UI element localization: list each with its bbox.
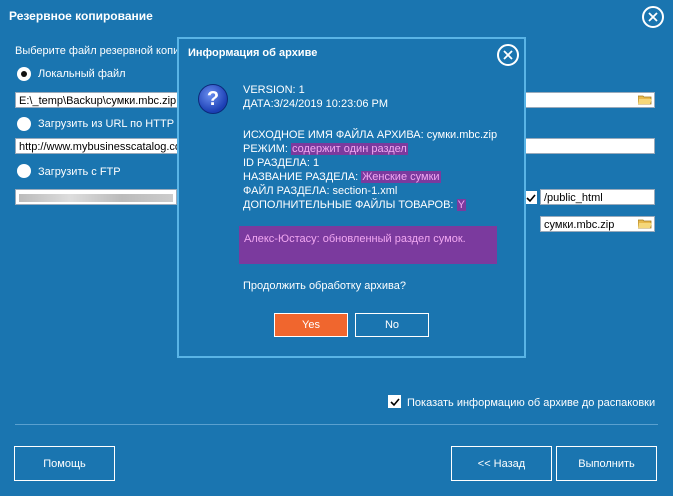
info-extra-files: ДОПОЛНИТЕЛЬНЫЕ ФАЙЛЫ ТОВАРОВ: Y bbox=[243, 199, 466, 212]
window-title: Резервное копирование bbox=[9, 9, 153, 23]
url-value: http://www.mybusinesscatalog.co bbox=[19, 141, 182, 153]
url-label: Загрузить из URL по HTTP bbox=[38, 118, 175, 130]
extra-files-label: ДОПОЛНИТЕЛЬНЫЕ ФАЙЛЫ ТОВАРОВ: bbox=[243, 199, 457, 211]
continue-question: Продолжить обработку архива? bbox=[243, 280, 407, 292]
ftp-label: Загрузить с FTP bbox=[38, 166, 121, 178]
info-mode: РЕЖИМ: содержит один раздел bbox=[243, 143, 408, 156]
ftp-host-blurred bbox=[19, 194, 173, 202]
info-section-file: ФАЙЛ РАЗДЕЛА: section-1.xml bbox=[243, 185, 398, 197]
back-button[interactable]: << Назад bbox=[451, 446, 552, 481]
show-info-label: Показать информацию об архиве до распако… bbox=[407, 397, 656, 409]
yes-button[interactable]: Yes bbox=[274, 313, 348, 337]
local-file-label: Локальный файл bbox=[38, 68, 126, 80]
ftp-host-input[interactable] bbox=[15, 189, 177, 205]
archive-info-dialog: Информация об архиве ? VERSION: 1 ДАТА:3… bbox=[177, 37, 526, 358]
dialog-close-button[interactable] bbox=[497, 44, 519, 66]
comment-text: Алекс-Юстасу: обновленный раздел сумок. bbox=[244, 233, 466, 245]
run-button[interactable]: Выполнить bbox=[556, 446, 657, 481]
info-orig-name: ИСХОДНОЕ ИМЯ ФАЙЛА АРХИВА: сумки.mbc.zip bbox=[243, 129, 498, 141]
select-file-label: Выберите файл резервной копи bbox=[15, 45, 180, 57]
dialog-title: Информация об архиве bbox=[188, 47, 318, 59]
no-button[interactable]: No bbox=[355, 313, 429, 337]
section-name-value: Женские сумки bbox=[361, 171, 441, 183]
ftp-file-value: сумки.mbc.zip bbox=[544, 219, 615, 231]
help-button[interactable]: Помощь bbox=[14, 446, 115, 481]
url-radio[interactable] bbox=[17, 117, 31, 131]
close-icon bbox=[648, 12, 658, 22]
footer-divider bbox=[15, 424, 658, 425]
close-icon bbox=[503, 50, 513, 60]
check-icon bbox=[389, 397, 400, 406]
info-date: ДАТА:3/24/2019 10:23:06 PM bbox=[243, 98, 389, 110]
window-close-button[interactable] bbox=[642, 6, 664, 28]
extra-files-value: Y bbox=[456, 199, 466, 211]
show-info-checkbox[interactable] bbox=[388, 395, 401, 408]
info-version: VERSION: 1 bbox=[243, 84, 305, 96]
comment-box: Алекс-Юстасу: обновленный раздел сумок. bbox=[239, 226, 497, 264]
local-file-value: E:\_temp\Backup\сумки.mbc.zip bbox=[19, 95, 177, 107]
section-name-label: НАЗВАНИЕ РАЗДЕЛА: bbox=[243, 171, 362, 183]
ftp-path-input[interactable]: /public_html bbox=[540, 189, 655, 205]
ftp-folder-icon[interactable] bbox=[638, 218, 652, 229]
local-file-radio[interactable] bbox=[17, 67, 31, 81]
question-icon: ? bbox=[198, 84, 228, 114]
ftp-path-value: /public_html bbox=[544, 192, 603, 204]
mode-value: содержит один раздел bbox=[291, 143, 408, 155]
info-section-name: НАЗВАНИЕ РАЗДЕЛА: Женские сумки bbox=[243, 171, 441, 184]
ftp-radio[interactable] bbox=[17, 164, 31, 178]
info-section-id: ID РАЗДЕЛА: 1 bbox=[243, 157, 320, 169]
folder-icon[interactable] bbox=[638, 94, 652, 105]
mode-label: РЕЖИМ: bbox=[243, 143, 292, 155]
check-icon bbox=[525, 193, 536, 202]
